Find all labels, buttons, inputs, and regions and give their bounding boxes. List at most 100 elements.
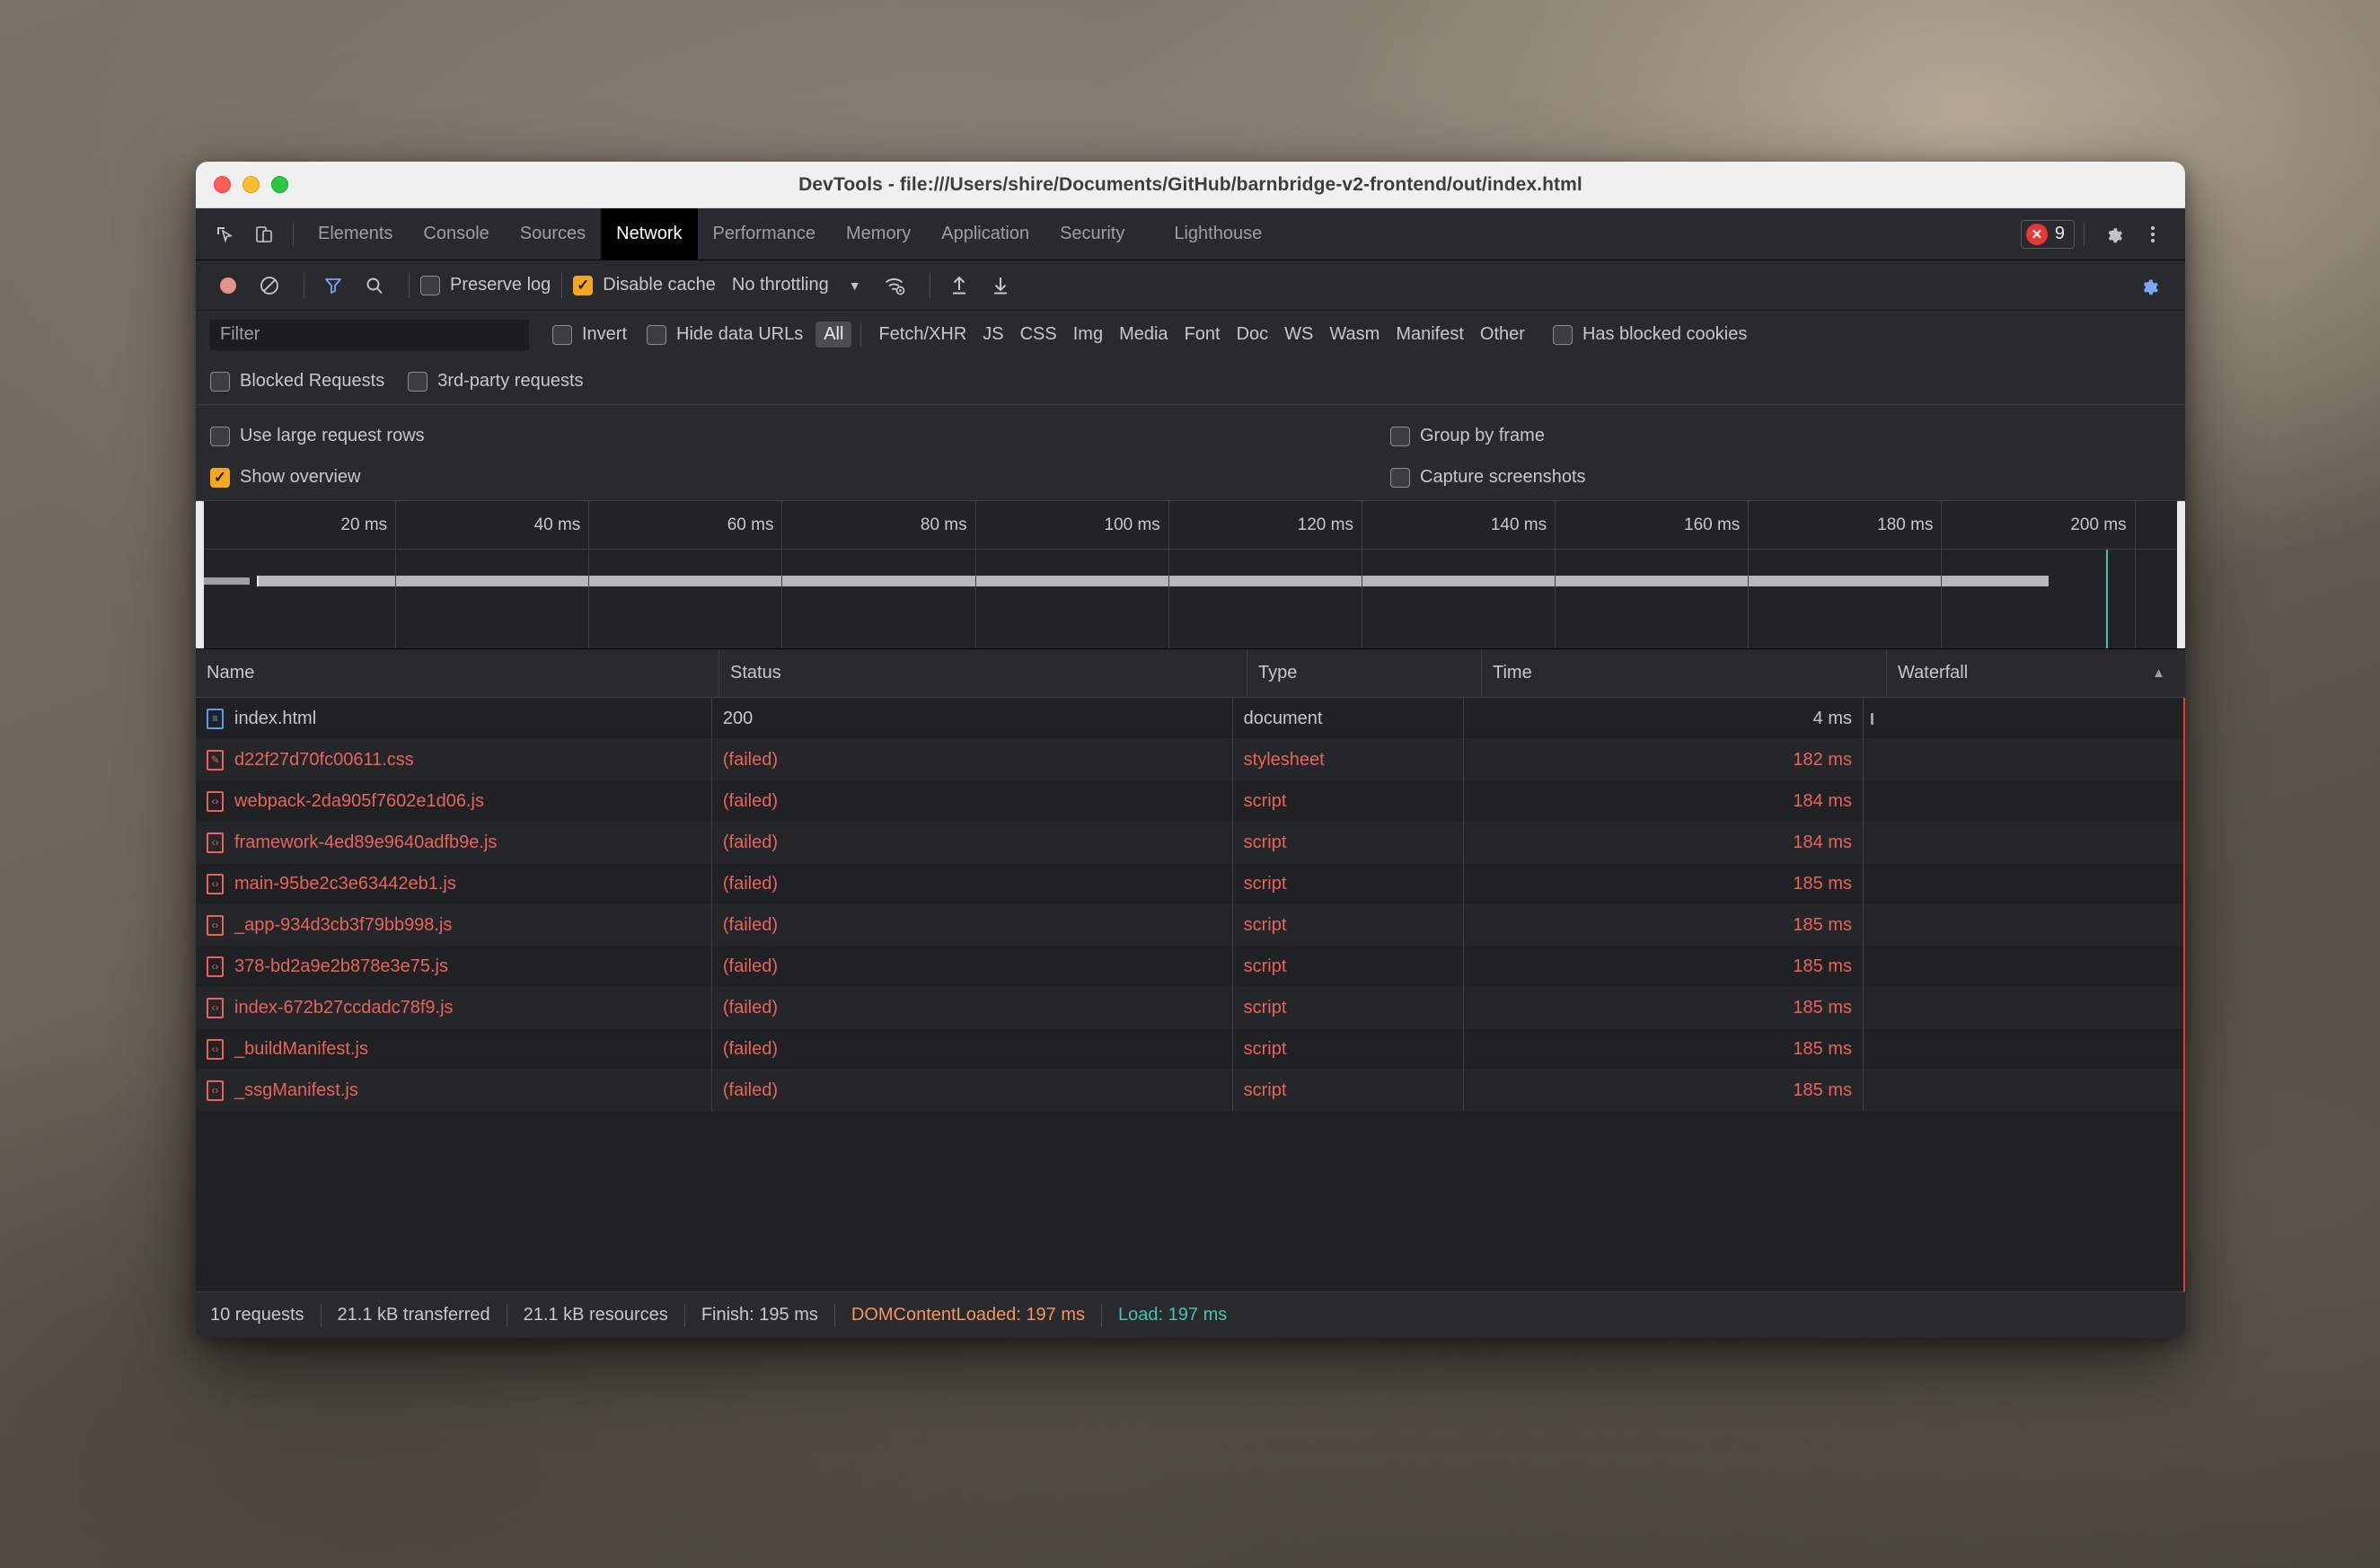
- filter-type-manifest[interactable]: Manifest: [1388, 322, 1472, 348]
- overview-left-handle[interactable]: [196, 501, 204, 648]
- table-row[interactable]: ✎ d22f27d70fc00611.css (failed) styleshe…: [196, 739, 2185, 780]
- tab-sources[interactable]: Sources: [505, 208, 601, 260]
- overview-tick-label: 40 ms: [396, 501, 590, 550]
- filter-button[interactable]: [315, 268, 351, 304]
- table-row[interactable]: ‹› main-95be2c3e63442eb1.js (failed) scr…: [196, 863, 2185, 904]
- cell-waterfall: [1864, 1070, 2185, 1111]
- cell-status: (failed): [712, 739, 1233, 780]
- error-count-badge[interactable]: ✕ 9: [2020, 219, 2075, 249]
- hide-data-urls-checkbox[interactable]: Hide data URLs: [647, 324, 803, 345]
- has-blocked-cookies-checkbox[interactable]: Has blocked cookies: [1552, 324, 1748, 345]
- tab-memory[interactable]: Memory: [831, 208, 926, 260]
- filter-input[interactable]: [210, 319, 529, 350]
- inspect-element-icon[interactable]: [207, 217, 242, 251]
- cell-time: 185 ms: [1464, 863, 1864, 904]
- checkbox-box: [1390, 467, 1410, 488]
- table-row[interactable]: ‹› webpack-2da905f7602e1d06.js (failed) …: [196, 780, 2185, 822]
- import-har-button[interactable]: [941, 268, 977, 304]
- error-icon: ✕: [2025, 223, 2048, 245]
- sort-ascending-icon: ▲: [2152, 665, 2165, 681]
- show-overview-checkbox[interactable]: Show overview: [210, 467, 425, 488]
- filter-type-fetch-xhr[interactable]: Fetch/XHR: [870, 322, 974, 348]
- column-header-waterfall[interactable]: Waterfall ▲: [1887, 649, 2185, 697]
- cell-type: script: [1233, 863, 1465, 904]
- tab-network[interactable]: Network: [601, 207, 698, 260]
- tab-elements[interactable]: Elements: [303, 208, 408, 260]
- filter-type-font[interactable]: Font: [1177, 322, 1229, 348]
- filter-type-css[interactable]: CSS: [1012, 322, 1065, 348]
- blocked-requests-checkbox[interactable]: Blocked Requests: [210, 371, 384, 392]
- tab-lighthouse[interactable]: Lighthouse: [1140, 208, 1277, 260]
- devtools-tabbar: Elements Console Sources Network Perform…: [196, 207, 2185, 260]
- filter-type-img[interactable]: Img: [1065, 322, 1111, 348]
- tab-label: Memory: [846, 224, 912, 243]
- network-settings-icon[interactable]: [2131, 268, 2167, 304]
- checkbox-box: [210, 426, 230, 446]
- throttling-select[interactable]: No throttling: [732, 275, 829, 295]
- filter-type-other[interactable]: Other: [1472, 322, 1533, 348]
- table-row[interactable]: ‹› _buildManifest.js (failed) script 185…: [196, 1028, 2185, 1070]
- cell-time: 185 ms: [1464, 946, 1864, 987]
- disable-cache-checkbox[interactable]: Disable cache: [573, 275, 716, 295]
- request-name: d22f27d70fc00611.css: [234, 749, 414, 770]
- table-row[interactable]: ‹› framework-4ed89e9640adfb9e.js (failed…: [196, 822, 2185, 863]
- chevron-down-icon[interactable]: ▼: [849, 278, 861, 293]
- table-row[interactable]: ≡ index.html 200 document 4 ms: [196, 698, 2185, 739]
- overview-right-handle[interactable]: [2177, 501, 2185, 648]
- cell-time: 4 ms: [1464, 698, 1864, 739]
- filter-divider: [860, 322, 862, 347]
- tab-console[interactable]: Console: [408, 208, 504, 260]
- use-large-request-rows-checkbox[interactable]: Use large request rows: [210, 426, 425, 446]
- blocked-requests-label: Blocked Requests: [240, 371, 385, 391]
- network-overview[interactable]: 20 ms 40 ms 60 ms 80 ms 100 ms 120 ms 140 ms 16…: [196, 501, 2185, 649]
- tab-application[interactable]: Application: [926, 208, 1045, 260]
- column-header-status[interactable]: Status: [719, 649, 1247, 697]
- invert-checkbox[interactable]: Invert: [552, 324, 627, 345]
- cell-status: (failed): [712, 863, 1233, 904]
- script-icon: ‹›: [207, 914, 224, 936]
- preserve-log-checkbox[interactable]: Preserve log: [420, 275, 551, 295]
- table-row[interactable]: ‹› _ssgManifest.js (failed) script 185 m…: [196, 1070, 2185, 1111]
- cell-time: 185 ms: [1464, 904, 1864, 946]
- tab-performance[interactable]: Performance: [698, 208, 832, 260]
- column-header-name[interactable]: Name: [196, 649, 719, 697]
- filter-type-media[interactable]: Media: [1111, 322, 1176, 348]
- export-har-button[interactable]: [983, 268, 1018, 304]
- clear-button[interactable]: [251, 268, 287, 304]
- filter-type-ws[interactable]: WS: [1276, 322, 1321, 348]
- search-button[interactable]: [357, 268, 392, 304]
- filter-type-all[interactable]: All: [815, 322, 852, 348]
- column-header-time[interactable]: Time: [1482, 649, 1887, 697]
- cell-name: ‹› 378-bd2a9e2b878e3e75.js: [196, 946, 712, 987]
- column-header-type[interactable]: Type: [1247, 649, 1482, 697]
- status-dom-content-loaded: DOMContentLoaded: 197 ms: [851, 1305, 1086, 1325]
- filter-type-doc[interactable]: Doc: [1229, 322, 1277, 348]
- tab-security[interactable]: Security: [1045, 208, 1140, 260]
- network-status-bar: 10 requests 21.1 kB transferred 21.1 kB …: [196, 1291, 2185, 1338]
- overview-tick-label: 60 ms: [589, 501, 783, 550]
- more-options-icon[interactable]: [2136, 217, 2170, 251]
- third-party-requests-checkbox[interactable]: 3rd-party requests: [408, 371, 584, 392]
- filter-type-wasm[interactable]: Wasm: [1321, 322, 1388, 348]
- table-row[interactable]: ‹› 378-bd2a9e2b878e3e75.js (failed) scri…: [196, 946, 2185, 987]
- filter-type-js[interactable]: JS: [974, 322, 1011, 348]
- has-blocked-cookies-label: Has blocked cookies: [1582, 324, 1748, 344]
- record-button[interactable]: [210, 268, 246, 304]
- waterfall-bar: [1871, 713, 1873, 725]
- overview-tick-label: 140 ms: [1362, 501, 1556, 550]
- capture-screenshots-checkbox[interactable]: Capture screenshots: [1390, 467, 1586, 488]
- table-row[interactable]: ‹› _app-934d3cb3f79bb998.js (failed) scr…: [196, 904, 2185, 946]
- checkbox-box: [573, 275, 594, 295]
- status-transferred: 21.1 kB transferred: [337, 1305, 490, 1325]
- network-conditions-icon[interactable]: [877, 268, 913, 304]
- request-name: _buildManifest.js: [234, 1038, 368, 1059]
- table-row[interactable]: ‹› index-672b27ccdadc78f9.js (failed) sc…: [196, 987, 2185, 1028]
- group-by-frame-checkbox[interactable]: Group by frame: [1390, 426, 1586, 446]
- device-toolbar-icon[interactable]: [247, 217, 281, 251]
- settings-gear-icon[interactable]: [2096, 217, 2130, 251]
- cell-status: (failed): [712, 987, 1233, 1028]
- cell-status: (failed): [712, 946, 1233, 987]
- checkbox-box: [552, 324, 572, 345]
- hide-data-urls-label: Hide data URLs: [676, 324, 804, 344]
- toolbar-divider-3: [561, 272, 563, 298]
